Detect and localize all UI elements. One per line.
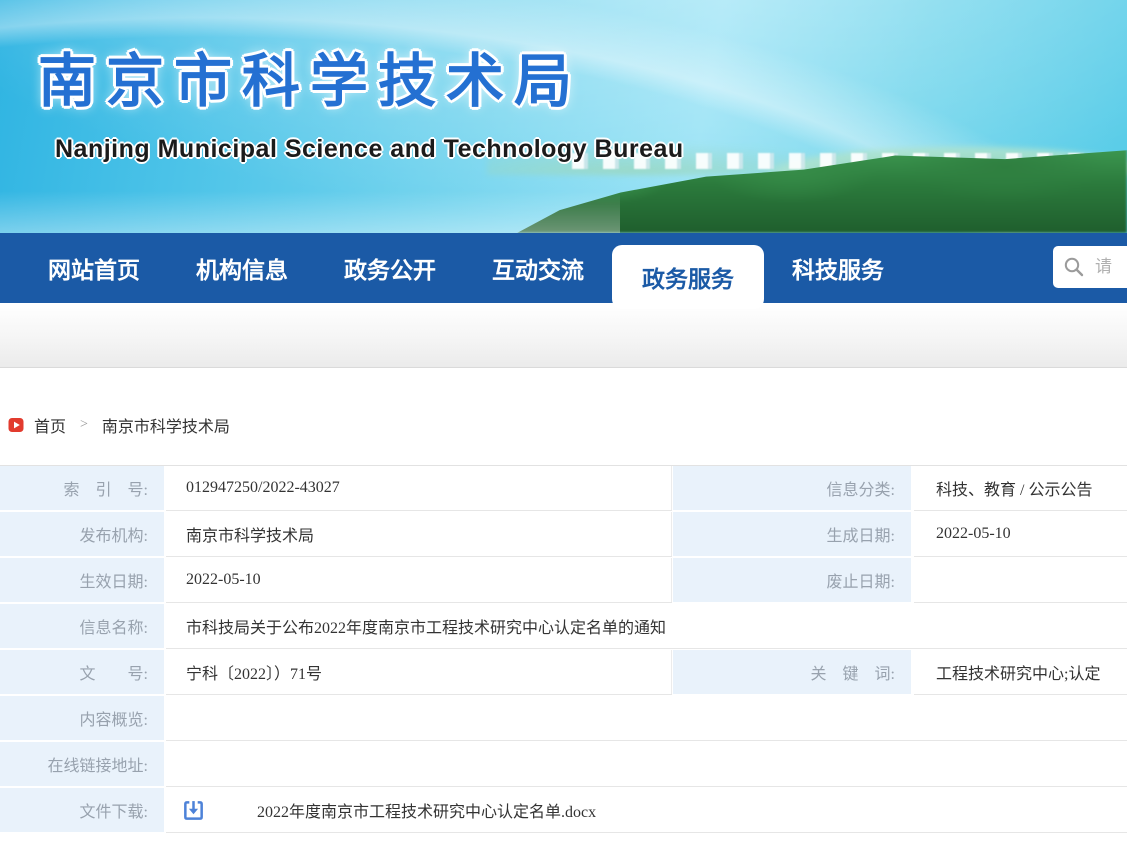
breadcrumb-current-page: 南京市科学技术局: [102, 413, 230, 437]
breadcrumb-play-icon: [8, 417, 24, 433]
info-category-value: 科技、教育 / 公示公告: [914, 466, 1127, 510]
keywords-label: 关 键 词:: [673, 650, 911, 694]
breadcrumb-separator: >: [80, 417, 88, 433]
nav-item-gov-disclosure[interactable]: 政务公开: [316, 233, 464, 303]
document-number-label: 文 号:: [0, 650, 164, 694]
table-row-online-link: 在线链接地址:: [0, 742, 1127, 786]
file-name[interactable]: 2022年度南京市工程技术研究中心认定名单.docx: [257, 798, 596, 822]
header-banner: 南京市科学技术局 Nanjing Municipal Science and T…: [0, 0, 1127, 233]
table-row-effective-date: 生效日期: 2022-05-10 废止日期:: [0, 558, 1127, 602]
search-box[interactable]: [1053, 246, 1127, 288]
nav-item-home[interactable]: 网站首页: [20, 233, 168, 303]
file-download-value: 2022年度南京市工程技术研究中心认定名单.docx: [166, 788, 1127, 832]
site-title-chinese: 南京市科学技术局: [38, 34, 582, 118]
nav-menu: 网站首页 机构信息 政务公开 互动交流 政务服务 科技服务: [0, 233, 1127, 303]
site-title-english: Nanjing Municipal Science and Technology…: [55, 135, 684, 164]
effective-date-label: 生效日期:: [0, 558, 164, 602]
expiry-date-label: 废止日期:: [673, 558, 911, 602]
table-row-content-overview: 内容概览:: [0, 696, 1127, 740]
table-row-issuing-agency: 发布机构: 南京市科学技术局 生成日期: 2022-05-10: [0, 512, 1127, 556]
nav-item-tech-services[interactable]: 科技服务: [764, 233, 912, 303]
table-row-document-number: 文 号: 宁科〔2022〕）71号 关 键 词: 工程技术研究中心;认定: [0, 650, 1127, 694]
search-icon[interactable]: [1063, 256, 1085, 278]
online-link-value: [166, 742, 1127, 786]
breadcrumb: 首页 > 南京市科学技术局: [0, 368, 1127, 436]
effective-date-value: 2022-05-10: [166, 558, 672, 602]
banner-water-decoration: [0, 191, 620, 233]
info-category-label: 信息分类:: [673, 466, 911, 510]
nav-substrip: [0, 303, 1127, 368]
info-title-value: 市科技局关于公布2022年度南京市工程技术研究中心认定名单的通知: [166, 604, 1127, 648]
table-row-file-download: 文件下载: 2022年度南京市工程技术研究中心认定名单.docx: [0, 788, 1127, 832]
main-navbar: 网站首页 机构信息 政务公开 互动交流 政务服务 科技服务: [0, 233, 1127, 303]
content-overview-label: 内容概览:: [0, 696, 164, 740]
issuing-agency-label: 发布机构:: [0, 512, 164, 556]
issuing-agency-value: 南京市科学技术局: [166, 512, 672, 556]
search-input[interactable]: [1095, 257, 1127, 277]
nav-item-org-info[interactable]: 机构信息: [168, 233, 316, 303]
download-icon[interactable]: [182, 799, 205, 822]
index-number-value: 012947250/2022-43027: [166, 466, 672, 510]
nav-item-gov-services-active[interactable]: 政务服务: [612, 245, 764, 309]
index-number-label: 索 引 号:: [0, 466, 164, 510]
expiry-date-value: [914, 558, 1127, 602]
file-download-label: 文件下载:: [0, 788, 164, 832]
table-row-index-number: 索 引 号: 012947250/2022-43027 信息分类: 科技、教育 …: [0, 466, 1127, 510]
online-link-label: 在线链接地址:: [0, 742, 164, 786]
content-overview-value: [166, 696, 1127, 740]
table-row-info-title: 信息名称: 市科技局关于公布2022年度南京市工程技术研究中心认定名单的通知: [0, 604, 1127, 648]
creation-date-value: 2022-05-10: [914, 512, 1127, 556]
nav-item-interaction[interactable]: 互动交流: [464, 233, 612, 303]
keywords-value: 工程技术研究中心;认定: [914, 650, 1127, 694]
document-number-value: 宁科〔2022〕）71号: [166, 650, 672, 694]
document-info-table: 索 引 号: 012947250/2022-43027 信息分类: 科技、教育 …: [0, 465, 1127, 832]
file-download-link[interactable]: 2022年度南京市工程技术研究中心认定名单.docx: [186, 798, 596, 822]
breadcrumb-home-link[interactable]: 首页: [34, 413, 66, 437]
info-title-label: 信息名称:: [0, 604, 164, 648]
creation-date-label: 生成日期:: [673, 512, 911, 556]
